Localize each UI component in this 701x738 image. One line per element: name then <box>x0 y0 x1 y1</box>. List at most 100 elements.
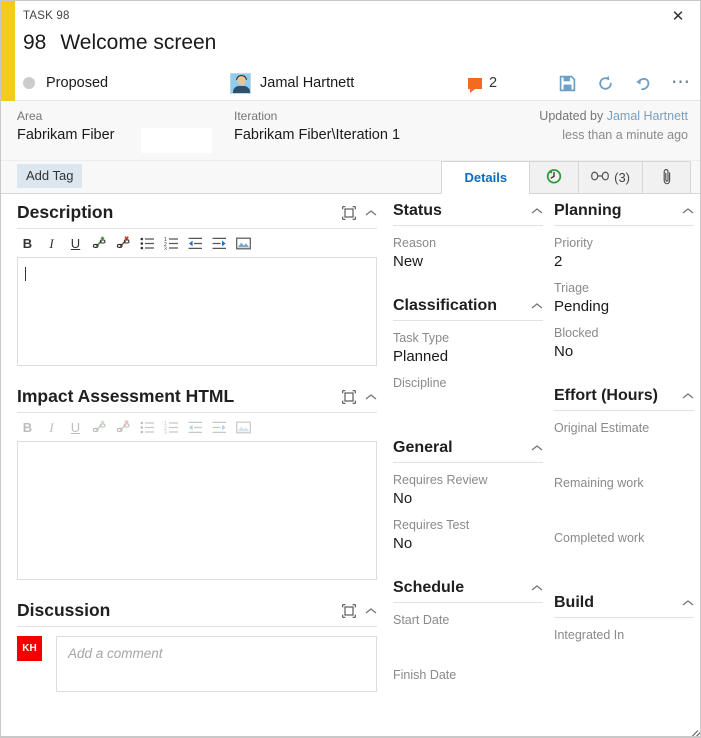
bold-icon[interactable]: B <box>20 236 35 251</box>
area-path-field[interactable]: Area Fabrikam Fiber <box>17 109 115 143</box>
discussion-header-icons <box>341 602 377 620</box>
field-value <box>393 393 543 413</box>
dialog-header: TASK 98 ✕ 98 Welcome screen Proposed Jam… <box>1 1 700 101</box>
field-value <box>554 645 694 665</box>
details-tab-content: Description B I U 1 2 3 Impact Assessmen… <box>1 194 700 736</box>
field-blocked[interactable]: Blocked No <box>554 326 694 361</box>
assigned-to-field[interactable]: Jamal Hartnett <box>230 69 354 97</box>
tab-history[interactable] <box>529 161 579 194</box>
undo-icon[interactable] <box>634 74 652 92</box>
field-value: No <box>393 535 413 552</box>
state-label: Proposed <box>46 75 109 91</box>
resize-grip[interactable] <box>685 719 700 736</box>
more-icon[interactable]: ⋯ <box>671 73 690 92</box>
field-start-date[interactable]: Start Date <box>393 613 543 650</box>
tab-details[interactable]: Details <box>441 161 530 194</box>
bulleted-list-icon[interactable] <box>140 236 155 251</box>
field-priority[interactable]: Priority 2 <box>554 236 694 271</box>
field-requires-test[interactable]: Requires Test No <box>393 518 543 553</box>
field-completed-work[interactable]: Completed work <box>554 531 694 568</box>
insert-link-icon <box>92 420 107 435</box>
collapse-chevron-up-icon[interactable] <box>531 297 543 315</box>
field-requires-review[interactable]: Requires Review No <box>393 473 543 508</box>
iteration-path-field[interactable]: Iteration Fabrikam Fiber\Iteration 1 <box>234 109 400 143</box>
impact-assessment-input[interactable] <box>17 441 377 580</box>
avatar: KH <box>17 636 42 661</box>
comment-input[interactable]: Add a comment <box>56 636 377 692</box>
group-title: Build <box>554 594 594 611</box>
work-item-title[interactable]: Welcome screen <box>60 31 216 55</box>
underline-icon: U <box>70 420 81 435</box>
field-original-estimate[interactable]: Original Estimate <box>554 421 694 458</box>
group-planning: Planning Priority 2 Triage Pending Block… <box>554 202 694 361</box>
updated-by-name: Jamal Hartnett <box>606 109 688 123</box>
collapse-chevron-up-icon[interactable] <box>682 387 694 405</box>
group-build-header: Build <box>554 594 694 618</box>
updated-by-line: Updated by Jamal Hartnett <box>539 109 688 123</box>
field-remaining-work[interactable]: Remaining work <box>554 476 694 513</box>
impact-assessment-editor-toolbar: B I U 1 2 3 <box>17 413 377 441</box>
classification-strip: Area Fabrikam Fiber Iteration Fabrikam F… <box>1 101 700 161</box>
field-label: Triage <box>554 281 589 295</box>
comment-count-indicator[interactable]: 2 <box>468 69 497 97</box>
render-artifact <box>141 128 212 153</box>
tab-attachments[interactable] <box>642 161 691 194</box>
field-label: Remaining work <box>554 476 644 490</box>
description-input[interactable] <box>17 257 377 366</box>
paperclip-icon <box>660 168 674 188</box>
field-triage[interactable]: Triage Pending <box>554 281 694 316</box>
insert-link-icon[interactable] <box>92 236 107 251</box>
italic-icon[interactable]: I <box>44 236 59 251</box>
expand-icon[interactable] <box>341 205 357 220</box>
add-tag-button[interactable]: Add Tag <box>17 164 83 188</box>
tab-strip: Details (3) <box>441 161 691 194</box>
group-effort-header: Effort (Hours) <box>554 387 694 411</box>
group-title: Status <box>393 202 442 219</box>
field-integrated-in[interactable]: Integrated In <box>554 628 694 665</box>
collapse-chevron-up-icon[interactable] <box>682 594 694 612</box>
tab-links[interactable]: (3) <box>578 161 642 194</box>
impact-assessment-header-icons <box>341 388 377 406</box>
field-finish-date[interactable]: Finish Date <box>393 668 543 705</box>
field-value: No <box>554 343 574 360</box>
collapse-chevron-up-icon[interactable] <box>365 388 377 406</box>
collapse-chevron-up-icon[interactable] <box>365 204 377 222</box>
save-icon[interactable] <box>558 74 576 92</box>
insert-image-icon[interactable] <box>236 236 251 251</box>
field-value: No <box>393 490 413 507</box>
discussion-title: Discussion <box>17 600 111 620</box>
refresh-icon[interactable] <box>596 74 614 92</box>
group-schedule-header: Schedule <box>393 579 543 603</box>
collapse-chevron-up-icon[interactable] <box>531 202 543 220</box>
collapse-chevron-up-icon[interactable] <box>531 579 543 597</box>
field-reason[interactable]: Reason New <box>393 236 543 271</box>
work-item-title-row: 98 Welcome screen <box>23 31 216 55</box>
field-task-type[interactable]: Task Type Planned <box>393 331 543 366</box>
field-value: New <box>393 253 424 270</box>
field-value: Pending <box>554 298 610 315</box>
state-field[interactable]: Proposed <box>23 69 108 97</box>
numbered-list-icon: 1 2 3 <box>164 420 179 435</box>
group-schedule: Schedule Start Date Finish Date <box>393 579 543 705</box>
avatar <box>230 72 251 94</box>
expand-icon[interactable] <box>341 389 357 404</box>
close-icon[interactable]: ✕ <box>666 6 690 28</box>
numbered-list-icon[interactable]: 1 2 3 <box>164 236 179 251</box>
field-discipline[interactable]: Discipline <box>393 376 543 413</box>
description-title: Description <box>17 202 114 222</box>
impact-assessment-title: Impact Assessment HTML <box>17 386 235 406</box>
collapse-chevron-up-icon[interactable] <box>531 439 543 457</box>
field-label: Blocked <box>554 326 599 340</box>
link-icon <box>591 170 610 185</box>
description-editor-toolbar: B I U 1 2 3 <box>17 229 377 257</box>
collapse-chevron-up-icon[interactable] <box>365 602 377 620</box>
collapse-chevron-up-icon[interactable] <box>682 202 694 220</box>
group-general-header: General <box>393 439 543 463</box>
expand-icon[interactable] <box>341 603 357 618</box>
underline-icon[interactable]: U <box>68 236 83 251</box>
indent-icon[interactable] <box>212 236 227 251</box>
field-value <box>393 630 543 650</box>
field-label: Original Estimate <box>554 421 650 435</box>
outdent-icon[interactable] <box>188 236 203 251</box>
remove-link-icon[interactable] <box>116 236 131 251</box>
